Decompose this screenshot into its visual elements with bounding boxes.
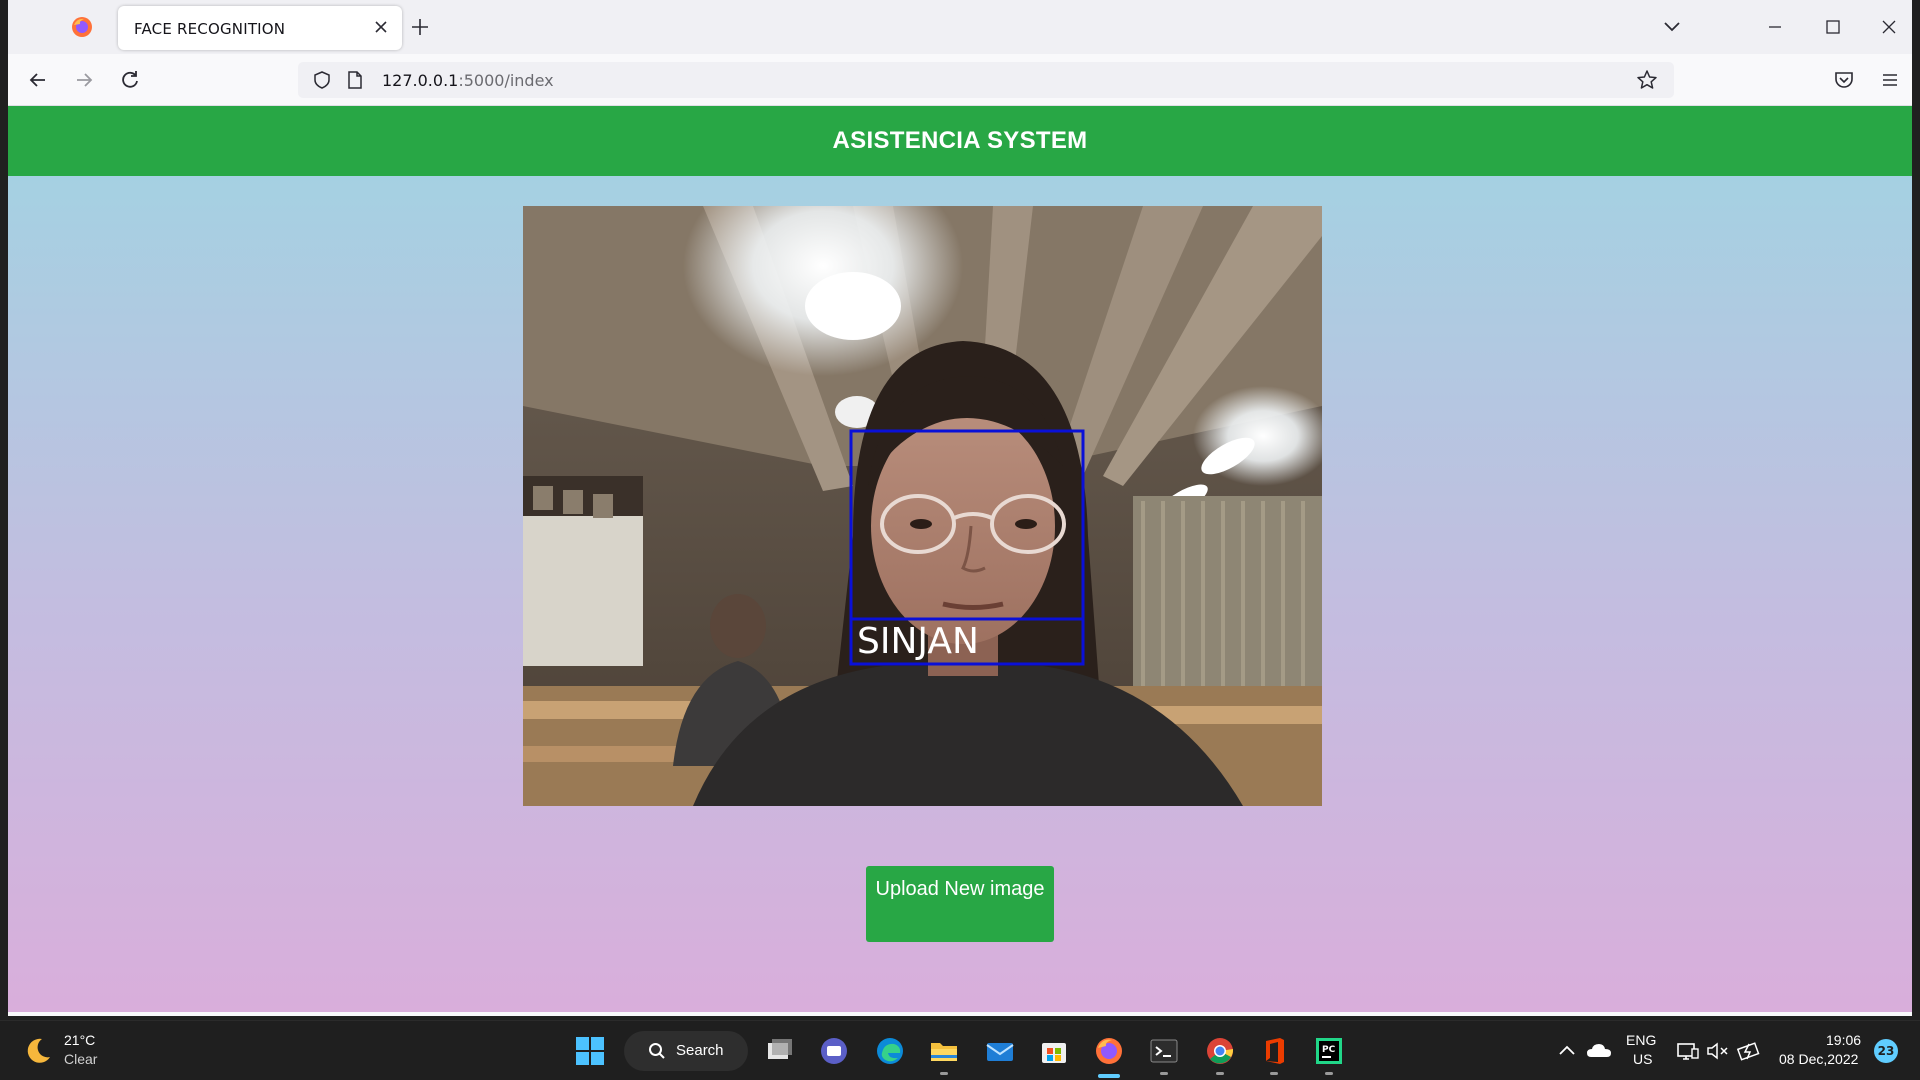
tab-title: FACE RECOGNITION [134, 20, 286, 38]
running-indicator [1270, 1072, 1278, 1075]
pocket-icon[interactable] [1832, 68, 1856, 92]
task-view-icon[interactable] [764, 1035, 796, 1067]
notification-badge[interactable]: 23 [1874, 1039, 1898, 1063]
office-icon[interactable] [1258, 1035, 1290, 1067]
url-host: 127.0.0.1 [382, 71, 459, 90]
taskbar-search[interactable]: Search [624, 1031, 748, 1071]
mail-icon[interactable] [984, 1035, 1016, 1067]
volume-muted-icon[interactable] [1706, 1035, 1730, 1067]
firefox-taskbar-icon[interactable] [1093, 1035, 1125, 1067]
chevron-up-icon[interactable] [1556, 1035, 1578, 1067]
page-title: ASISTENCIA SYSTEM [832, 127, 1088, 154]
chrome-icon[interactable] [1204, 1035, 1236, 1067]
running-indicator [1160, 1072, 1168, 1075]
page-content: ASISTENCIA SYSTEM SINJAN Upload New imag… [8, 106, 1912, 1012]
edge-icon[interactable] [874, 1035, 906, 1067]
taskbar: 21°C Clear Search PC ENG US 19:06 08 Dec… [0, 1020, 1920, 1080]
network-icon[interactable] [1676, 1035, 1700, 1067]
browser-window: FACE RECOGNITION 127.0.0.1:5000/index AS… [8, 0, 1912, 1016]
language-code[interactable]: ENG [1626, 1032, 1656, 1048]
teams-chat-icon[interactable] [818, 1035, 850, 1067]
tab-face-recognition[interactable]: FACE RECOGNITION [118, 6, 402, 50]
bookmark-star-icon[interactable] [1636, 69, 1658, 91]
running-indicator [940, 1072, 948, 1075]
camera-image: SINJAN [523, 206, 1322, 806]
clock-time[interactable]: 19:06 [1826, 1032, 1861, 1048]
windows-start-icon[interactable] [574, 1035, 606, 1067]
navigation-toolbar: 127.0.0.1:5000/index [8, 54, 1912, 106]
tracking-protection-shield-icon[interactable] [312, 70, 332, 90]
terminal-icon[interactable] [1148, 1035, 1180, 1067]
pycharm-icon[interactable]: PC [1313, 1035, 1345, 1067]
weather-temp[interactable]: 21°C [64, 1032, 95, 1048]
page-info-icon[interactable] [346, 70, 364, 90]
reload-icon[interactable] [116, 66, 144, 94]
recognized-photo: SINJAN [523, 206, 1322, 806]
firefox-icon[interactable] [71, 16, 93, 38]
maximize-icon[interactable] [1818, 14, 1848, 40]
detection-label: SINJAN [857, 621, 979, 662]
url-text[interactable]: 127.0.0.1:5000/index [382, 71, 554, 90]
site-header: ASISTENCIA SYSTEM [8, 106, 1912, 176]
microsoft-store-icon[interactable] [1038, 1035, 1070, 1067]
new-tab-icon[interactable] [408, 15, 432, 39]
search-icon [649, 1043, 665, 1059]
search-label: Search [676, 1042, 724, 1059]
active-app-indicator [1098, 1074, 1120, 1078]
clock-date[interactable]: 08 Dec,2022 [1779, 1051, 1858, 1067]
battery-charging-icon[interactable] [1736, 1035, 1762, 1067]
svg-text:PC: PC [1322, 1045, 1336, 1055]
close-tab-icon[interactable] [372, 18, 390, 36]
url-path: :5000/index [458, 71, 554, 90]
hamburger-menu-icon[interactable] [1878, 68, 1902, 92]
back-arrow-icon[interactable] [24, 66, 52, 94]
upload-new-image-button[interactable]: Upload New image [866, 866, 1054, 942]
running-indicator [1216, 1072, 1224, 1075]
chevron-down-icon[interactable] [1660, 16, 1684, 38]
tab-strip: FACE RECOGNITION [8, 0, 1912, 54]
language-region[interactable]: US [1633, 1051, 1652, 1067]
file-explorer-icon[interactable] [928, 1035, 960, 1067]
close-window-icon[interactable] [1874, 14, 1904, 40]
moon-weather-icon[interactable] [22, 1035, 54, 1067]
onedrive-cloud-icon[interactable] [1586, 1035, 1612, 1067]
address-bar[interactable]: 127.0.0.1:5000/index [298, 62, 1674, 98]
minimize-icon[interactable] [1760, 14, 1790, 40]
weather-desc[interactable]: Clear [64, 1051, 97, 1067]
running-indicator [1325, 1072, 1333, 1075]
forward-arrow-icon[interactable] [70, 66, 98, 94]
